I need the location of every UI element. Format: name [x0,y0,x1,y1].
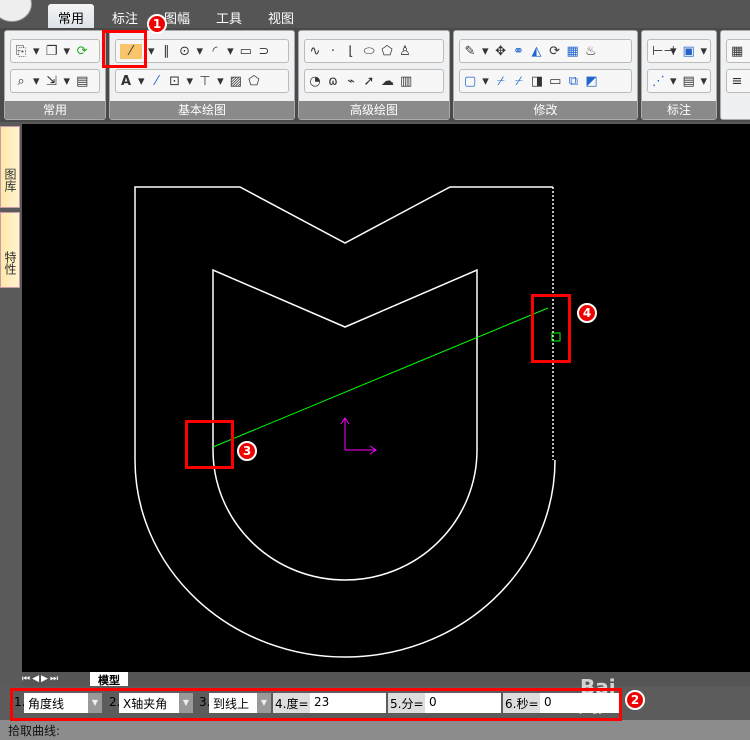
break-icon[interactable]: ⌁ [345,74,357,89]
angle-line-preview [212,307,549,448]
rotate-shape-icon[interactable]: ◔ [309,74,321,89]
extend-icon[interactable]: ⌿ [495,74,507,89]
array-icon[interactable]: ▦ [567,44,579,59]
highlight-command-bar [10,688,622,721]
group-common: ⎘ ▾ ❐ ▾ ⟳ ⌕ ▾ ⇲ ▾ ▤ 常用 [4,30,106,120]
zoom-icon[interactable]: ⌕ [15,74,27,89]
wave-icon[interactable]: ɷ [327,74,339,89]
rotate-icon[interactable]: ⟳ [549,44,561,59]
tab-view[interactable]: 视图 [258,4,304,28]
calculator-icon[interactable]: ▦ [731,44,743,59]
spline-icon[interactable]: ∿ [309,44,321,59]
tolerance-icon[interactable]: ▣ [683,44,695,59]
step-badge-2: 2 [625,690,645,710]
arrow-icon[interactable]: ➚ [363,74,375,89]
shaft-icon[interactable]: ▥ [400,74,412,89]
tab-model[interactable]: 模型 [90,672,128,687]
ellipse-icon[interactable]: ⬭ [363,44,375,59]
side-tab-label: 图库 [3,168,17,192]
group-label: 常用 [5,101,105,119]
note-icon[interactable]: ▤ [683,74,695,89]
fillet-icon[interactable]: ▭ [549,74,561,89]
arc-icon[interactable]: ◜ [209,44,221,59]
group-label: 标注 [642,101,716,119]
drawing-canvas[interactable] [22,124,750,672]
copy-move-icon[interactable]: ⚭ [513,44,525,59]
group-advanced-draw: ∿ · ⌊ ⬭ ⬠ ♙ ◔ ɷ ⌁ ➚ ☁ ▥ 高级绘图 [298,30,450,120]
polyline-icon[interactable]: ⊃ [258,44,270,59]
tab-common[interactable]: 常用 [48,4,95,28]
layout-tabs-bar: ⏮◀▶⏭ 模型 [22,672,750,687]
highlight-start-point [185,420,234,469]
group-label: 高级绘图 [299,101,449,119]
step-badge-3: 3 [237,441,257,461]
polygon-icon[interactable]: ⬠ [381,44,393,59]
tool-row: ✎ ▾ ✥ ⚭ ◭ ⟳ ▦ ♨ [459,39,632,63]
status-prompt: 拾取曲线: [8,724,61,738]
side-tab-properties[interactable]: 特性 [0,212,20,288]
drawing [134,186,561,658]
side-tab-library[interactable]: 图库 [0,126,20,208]
tab-nav-arrows[interactable]: ⏮◀▶⏭ [22,674,60,684]
step-badge-1: 1 [147,14,167,34]
tab-tools[interactable]: 工具 [206,4,252,28]
coordinate-dim-icon[interactable]: ⋰ [652,74,665,89]
offset-icon[interactable]: ♨ [585,44,597,59]
move-icon[interactable]: ✥ [495,44,507,59]
cloud-icon[interactable]: ☁ [381,74,394,89]
break-line-icon[interactable]: ⌿ [513,74,525,89]
rectangle-icon[interactable]: ▭ [240,44,252,59]
tool-row: A ▾ ⁄ ⊡ ▾ ⊤ ▾ ▨ ⬠ [115,69,289,93]
tool-row: ⎘ ▾ ❐ ▾ ⟳ [10,39,100,63]
copy-icon[interactable]: ❐ [46,44,58,59]
properties-icon[interactable]: ▤ [76,74,88,89]
group-label: 修改 [454,101,637,119]
chamfer-icon[interactable]: ◩ [585,74,597,89]
new-icon[interactable]: ⎘ [15,44,27,59]
tool-row: ⊢⊣ ▾ ▣ ▾ [647,39,711,63]
block-icon[interactable]: ⊡ [169,74,181,89]
highlight-target-edge [531,294,571,363]
side-tab-label: 特性 [3,251,17,275]
tool-row: ∿ · ⌊ ⬭ ⬠ ♙ [304,39,444,63]
erase-icon[interactable]: ✎ [464,44,476,59]
text-icon[interactable]: A [120,74,132,89]
tab-dimension[interactable]: 标注 [102,4,148,28]
hatch-icon[interactable]: ▨ [230,74,242,89]
tool-row: ≡ [726,69,750,93]
group-more: ▦ ≡ [720,30,750,120]
tool-row: ◔ ɷ ⌁ ➚ ☁ ▥ [304,69,444,93]
pan-icon[interactable]: ⇲ [46,74,58,89]
fill-icon[interactable]: ⬠ [248,74,260,89]
group-modify: ✎ ▾ ✥ ⚭ ◭ ⟳ ▦ ♨ ▢ ▾ ⌿ ⌿ ◨ ▭ ⧉ ◩ 修改 [453,30,638,120]
centerline-icon[interactable]: ⁄ [151,74,163,89]
tool-row: ▦ [726,39,750,63]
group-annotation: ⊢⊣ ▾ ▣ ▾ ⋰ ▾ ▤ ▾ 标注 [641,30,717,120]
explode-icon[interactable]: ⧉ [567,74,579,89]
mirror-icon[interactable]: ◭ [531,44,543,59]
group-label: 基本绘图 [110,101,294,119]
highlight-line-tool [102,30,147,68]
dimension-icon[interactable]: ⊢⊣ [652,44,675,59]
stretch-icon[interactable]: ◨ [531,74,543,89]
step-badge-4: 4 [577,303,597,323]
tool-row: ⋰ ▾ ▤ ▾ [647,69,711,93]
line-weight-icon[interactable]: ≡ [731,74,743,89]
insert-icon[interactable]: ⊤ [199,74,211,89]
parallel-line-icon[interactable]: ∥ [161,44,173,59]
status-bar: 拾取曲线: [0,720,750,740]
point-icon[interactable]: · [327,44,339,59]
function-icon[interactable]: ⌊ [345,44,357,59]
tool-row: ⌕ ▾ ⇲ ▾ ▤ [10,69,100,93]
tool-row: ▢ ▾ ⌿ ⌿ ◨ ▭ ⧉ ◩ [459,69,632,93]
trim-icon[interactable]: ▢ [464,74,476,89]
circle-icon[interactable]: ⊙ [179,44,191,59]
gear-icon[interactable]: ♙ [399,44,411,59]
ucs-icon [340,417,377,455]
refresh-icon[interactable]: ⟳ [76,44,88,59]
